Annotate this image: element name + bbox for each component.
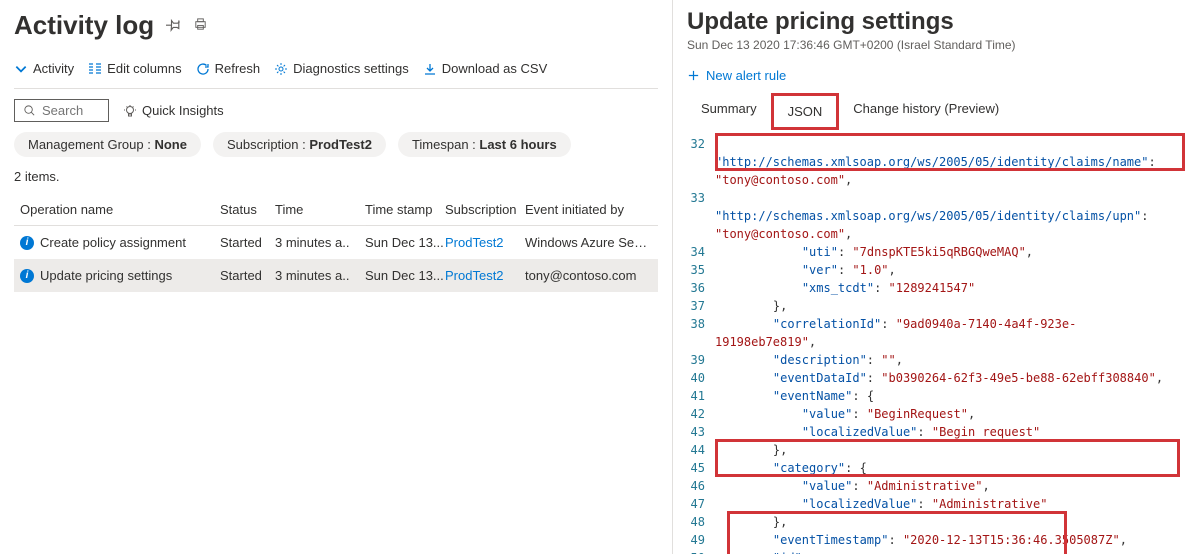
detail-tabs: Summary JSON Change history (Preview) [673,93,1187,129]
detail-panel: Update pricing settings Sun Dec 13 2020 … [673,0,1187,554]
detail-title: Update pricing settings [673,8,1187,36]
activity-dropdown[interactable]: Activity [14,61,74,76]
filter-subscription[interactable]: Subscription : ProdTest2 [213,132,386,157]
code-line: 38 "correlationId": "9ad0940a-7140-4a4f-… [679,315,1181,351]
tab-summary[interactable]: Summary [687,93,771,129]
header-operation[interactable]: Operation name [20,202,220,217]
refresh-button[interactable]: Refresh [196,61,261,76]
code-line: 44 }, [679,441,1181,459]
code-line: 43 "localizedValue": "Begin request" [679,423,1181,441]
page-title: Activity log [14,10,154,41]
header-initiated-by[interactable]: Event initiated by [525,202,652,217]
json-viewer[interactable]: 32 "http://schemas.xmlsoap.org/ws/2005/0… [673,129,1187,554]
plus-icon [687,69,700,82]
code-line: 40 "eventDataId": "b0390264-62f3-49e5-be… [679,369,1181,387]
quick-insights-button[interactable]: Quick Insights [123,103,224,118]
tab-change-history[interactable]: Change history (Preview) [839,93,1013,129]
code-line: 33 "http://schemas.xmlsoap.org/ws/2005/0… [679,189,1181,243]
detail-subtitle: Sun Dec 13 2020 17:36:46 GMT+0200 (Israe… [673,36,1187,62]
lightbulb-icon [123,104,137,118]
header-timestamp[interactable]: Time stamp [365,202,445,217]
filter-timespan[interactable]: Timespan : Last 6 hours [398,132,571,157]
code-line: 50 "id": "/subscriptions/04cd6fff/provid… [679,549,1181,554]
grid-header: Operation name Status Time Time stamp Su… [14,194,658,226]
header-time[interactable]: Time [275,202,365,217]
code-line: 45 "category": { [679,459,1181,477]
filter-pills: Management Group : None Subscription : P… [14,132,658,157]
code-line: 37 }, [679,297,1181,315]
search-field[interactable] [42,103,97,118]
code-line: 49 "eventTimestamp": "2020-12-13T15:36:4… [679,531,1181,549]
code-line: 35 "ver": "1.0", [679,261,1181,279]
new-alert-rule-button[interactable]: New alert rule [673,62,1187,93]
download-label: Download as CSV [442,61,548,76]
edit-columns-button[interactable]: Edit columns [88,61,181,76]
code-line: 42 "value": "BeginRequest", [679,405,1181,423]
filter-management-group[interactable]: Management Group : None [14,132,201,157]
header-subscription[interactable]: Subscription [445,202,525,217]
table-row[interactable]: iCreate policy assignment Started 3 minu… [14,226,658,259]
pin-icon[interactable] [166,17,181,35]
diagnostics-label: Diagnostics settings [293,61,409,76]
download-csv-button[interactable]: Download as CSV [423,61,548,76]
search-input[interactable] [14,99,109,122]
toolbar: Activity Edit columns Refresh Diagnostic… [14,55,658,89]
code-line: 34 "uti": "7dnspKTE5ki5qRBGQweMAQ", [679,243,1181,261]
info-icon: i [20,236,34,250]
code-line: 48 }, [679,513,1181,531]
code-line: 39 "description": "", [679,351,1181,369]
quick-insights-label: Quick Insights [142,103,224,118]
info-icon: i [20,269,34,283]
code-line: 41 "eventName": { [679,387,1181,405]
header-status[interactable]: Status [220,202,275,217]
search-icon [23,104,36,117]
code-line: 32 "http://schemas.xmlsoap.org/ws/2005/0… [679,135,1181,189]
refresh-label: Refresh [215,61,261,76]
code-line: 36 "xms_tcdt": "1289241547" [679,279,1181,297]
table-row[interactable]: iUpdate pricing settings Started 3 minut… [14,259,658,292]
activity-label: Activity [33,61,74,76]
edit-columns-label: Edit columns [107,61,181,76]
print-icon[interactable] [193,17,208,35]
tab-json[interactable]: JSON [771,93,840,130]
code-line: 46 "value": "Administrative", [679,477,1181,495]
activity-log-panel: Activity log Activity Edit columns Refre… [0,0,673,554]
item-count: 2 items. [14,169,658,184]
code-line: 47 "localizedValue": "Administrative" [679,495,1181,513]
diagnostics-button[interactable]: Diagnostics settings [274,61,409,76]
